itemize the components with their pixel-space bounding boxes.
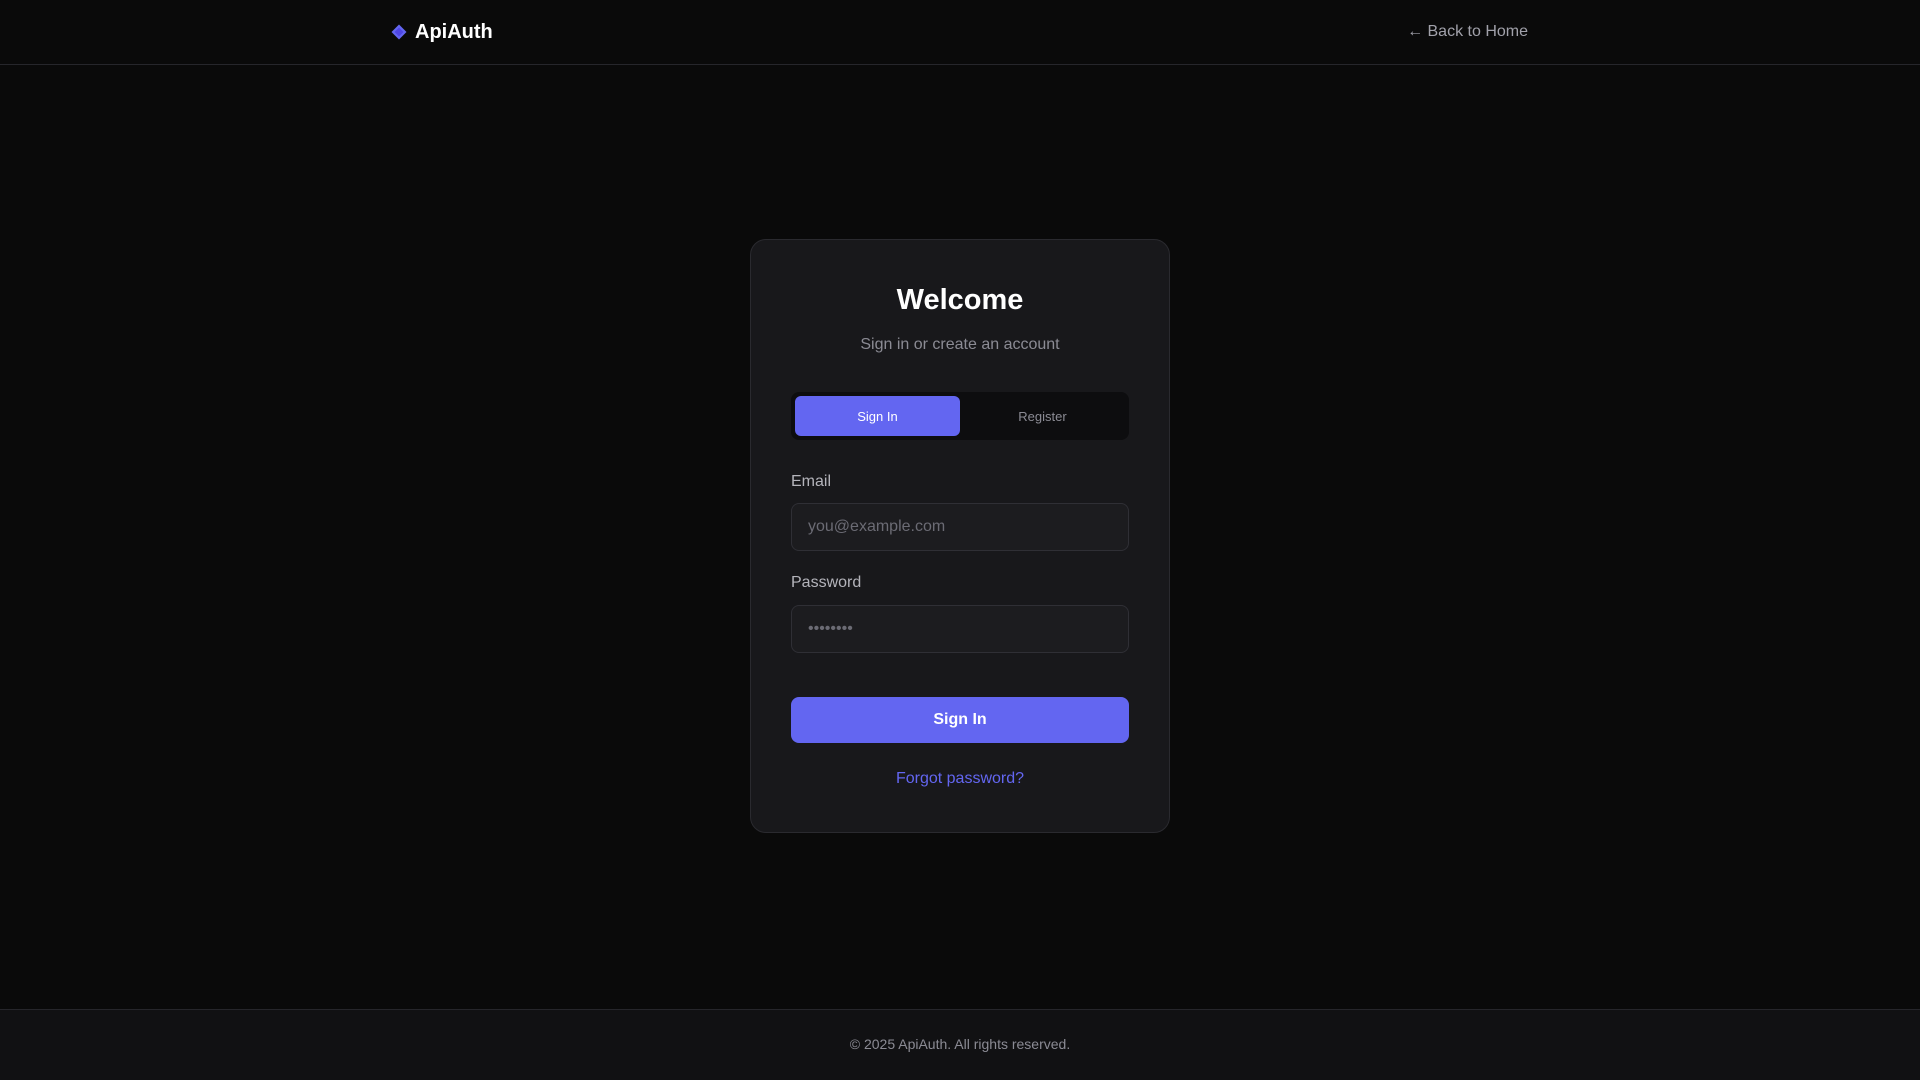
brand-logo-link[interactable]: ApiAuth bbox=[391, 18, 493, 46]
forgot-password-link[interactable]: Forgot password? bbox=[751, 770, 1169, 788]
page: ApiAuth ← Back to Home Welcome Sign in o… bbox=[0, 0, 1920, 1080]
top-header: ApiAuth ← Back to Home bbox=[0, 0, 1920, 65]
brand-name: ApiAuth bbox=[415, 21, 493, 43]
password-field[interactable] bbox=[791, 605, 1129, 653]
password-label: Password bbox=[791, 574, 862, 591]
card-subtitle: Sign in or create an account bbox=[860, 336, 1060, 353]
copyright-text: © 2025 ApiAuth. All rights reserved. bbox=[849, 1036, 1071, 1052]
back-to-home-link[interactable]: ← Back to Home bbox=[1407, 21, 1528, 43]
sign-in-button[interactable]: Sign In bbox=[791, 697, 1129, 743]
card-title: Welcome bbox=[896, 284, 1024, 316]
diamond-icon bbox=[391, 24, 407, 40]
auth-card: Welcome Sign in or create an account Sig… bbox=[750, 239, 1170, 833]
tab-register[interactable]: Register bbox=[960, 396, 1125, 436]
page-footer: © 2025 ApiAuth. All rights reserved. bbox=[0, 1009, 1920, 1080]
auth-tabs: Sign In Register bbox=[791, 392, 1129, 440]
tab-sign-in[interactable]: Sign In bbox=[795, 396, 960, 436]
email-field[interactable] bbox=[791, 503, 1129, 551]
email-label: Email bbox=[791, 473, 832, 490]
